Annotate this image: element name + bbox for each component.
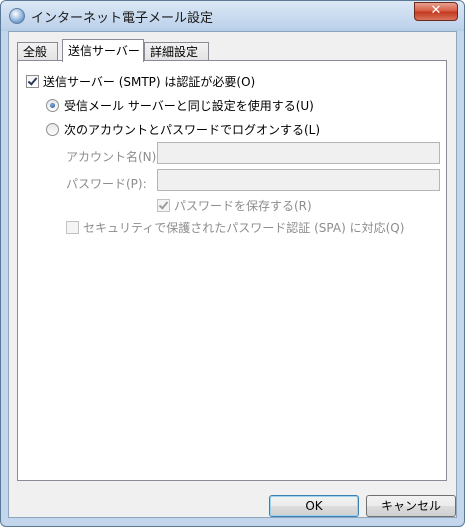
- tab-outgoing-server-label: 送信サーバー: [68, 44, 140, 58]
- ok-button[interactable]: OK: [269, 495, 359, 517]
- account-name-field[interactable]: [157, 142, 440, 164]
- outlook-app-icon: [9, 8, 25, 24]
- auth-required-label: 送信サーバー (SMTP) は認証が必要(O): [43, 75, 256, 89]
- cancel-button[interactable]: キャンセル: [366, 495, 456, 517]
- logon-with-label: 次のアカウントとパスワードでログオンする(L): [64, 123, 321, 137]
- remember-password-checkbox[interactable]: [157, 199, 170, 212]
- close-button[interactable]: ✕: [414, 2, 458, 21]
- logon-with-radio[interactable]: [46, 123, 59, 136]
- tab-general[interactable]: 全般: [17, 42, 58, 61]
- tab-general-label: 全般: [23, 45, 48, 59]
- password-label: パスワード(P):: [66, 177, 147, 191]
- cancel-button-label: キャンセル: [380, 499, 441, 513]
- same-as-incoming-option[interactable]: 受信メール サーバーと同じ設定を使用する(U): [46, 97, 314, 114]
- tab-advanced[interactable]: 詳細設定: [144, 42, 209, 61]
- tab-outgoing-server[interactable]: 送信サーバー: [62, 39, 144, 62]
- window-title: インターネット電子メール設定: [31, 11, 214, 26]
- auth-required-option[interactable]: 送信サーバー (SMTP) は認証が必要(O): [26, 73, 255, 90]
- spa-checkbox[interactable]: [66, 221, 79, 234]
- title-bar[interactable]: インターネット電子メール設定 ✕: [1, 1, 464, 29]
- tab-advanced-label: 詳細設定: [150, 45, 199, 59]
- dialog-body: 全般 送信サーバー 詳細設定 送信サーバー (SMTP) は認証が必要(O) 受…: [8, 31, 457, 518]
- spa-option[interactable]: セキュリティで保護されたパスワード認証 (SPA) に対応(Q): [66, 219, 404, 236]
- remember-password-label: パスワードを保存する(R): [174, 199, 312, 213]
- ok-button-label: OK: [305, 499, 323, 513]
- same-as-incoming-radio[interactable]: [46, 99, 59, 112]
- auth-required-checkbox[interactable]: [26, 75, 39, 88]
- tab-panel-outgoing-server: 送信サーバー (SMTP) は認証が必要(O) 受信メール サーバーと同じ設定を…: [17, 60, 447, 481]
- spa-label: セキュリティで保護されたパスワード認証 (SPA) に対応(Q): [83, 221, 405, 235]
- dialog-window: インターネット電子メール設定 ✕ 全般 送信サーバー 詳細設定 送信サーバー (…: [0, 0, 465, 527]
- logon-with-option[interactable]: 次のアカウントとパスワードでログオンする(L): [46, 121, 320, 138]
- same-as-incoming-label: 受信メール サーバーと同じ設定を使用する(U): [64, 99, 314, 113]
- remember-password-option[interactable]: パスワードを保存する(R): [157, 197, 312, 214]
- close-icon: ✕: [430, 3, 442, 18]
- password-field[interactable]: [157, 169, 440, 191]
- account-name-label: アカウント名(N):: [66, 150, 161, 164]
